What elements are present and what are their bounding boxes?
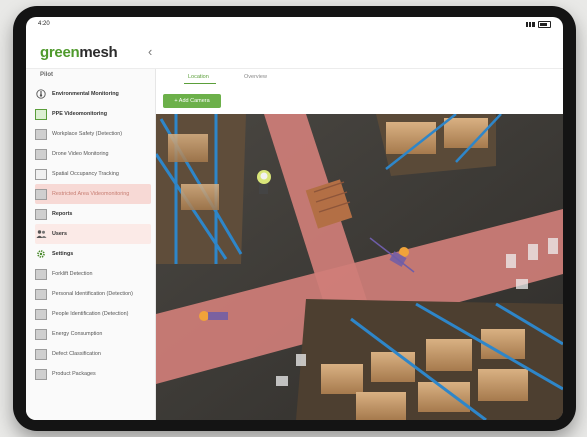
sidebar-item-people-identification[interactable]: People Identification (Detection)	[35, 304, 151, 324]
app-header: greenmesh ‹	[26, 31, 563, 69]
sidebar-item-label: Drone Video Monitoring	[52, 151, 109, 157]
thumbnail-icon	[35, 348, 47, 360]
thumbnail-icon	[35, 148, 47, 160]
warehouse-aerial-image	[156, 114, 563, 420]
camera-box-icon	[35, 108, 47, 120]
sidebar-item-label: Reports	[52, 211, 73, 217]
app-screen: 4:20 greenmesh ‹ Pilot Environmental Mon…	[26, 17, 563, 420]
greenmesh-logo[interactable]: greenmesh	[40, 44, 118, 61]
sidebar-item-label: Users	[52, 231, 67, 237]
tablet-frame: 4:20 greenmesh ‹ Pilot Environmental Mon…	[13, 6, 576, 431]
sidebar-item-drone-video-monitoring[interactable]: Drone Video Monitoring	[35, 144, 151, 164]
sidebar-item-label: Restricted Area Videomonitoring	[52, 191, 130, 197]
sidebar-item-forklift-detection[interactable]: Forklift Detection	[35, 264, 151, 284]
thumbnail-icon	[35, 188, 47, 200]
tab-location[interactable]: Location	[188, 74, 209, 80]
sidebar-heading: Pilot	[40, 72, 53, 78]
sidebar-item-environmental-monitoring[interactable]: Environmental Monitoring	[35, 84, 151, 104]
sidebar-item-label: People Identification (Detection)	[52, 311, 129, 317]
sidebar-item-restricted-area[interactable]: Restricted Area Videomonitoring	[35, 184, 151, 204]
collapse-sidebar-button[interactable]: ‹	[148, 44, 152, 59]
thermometer-icon	[35, 89, 47, 100]
status-bar: 4:20	[26, 17, 563, 31]
sidebar-item-label: Forklift Detection	[52, 271, 93, 277]
battery-icon	[538, 20, 551, 28]
logo-part-mesh: mesh	[79, 44, 118, 61]
sidebar-item-spatial-occupancy[interactable]: Spatial Occupancy Tracking	[35, 164, 151, 184]
users-icon	[35, 229, 47, 240]
gear-icon	[35, 249, 47, 260]
tab-overview[interactable]: Overview	[244, 74, 267, 80]
sidebar-item-settings[interactable]: Settings	[35, 244, 151, 264]
sidebar-item-label: Product Packages	[52, 371, 96, 377]
sidebar-item-energy-consumption[interactable]: Energy Consumption	[35, 324, 151, 344]
active-tab-indicator	[184, 83, 216, 84]
sidebar-item-users[interactable]: Users	[35, 224, 151, 244]
view-tabs: Location Overview	[156, 69, 563, 85]
status-time: 4:20	[38, 21, 50, 27]
status-indicators	[526, 20, 551, 28]
thumbnail-icon	[35, 308, 47, 320]
sidebar-item-ppe-videomonitoring[interactable]: PPE Videomonitoring	[35, 104, 151, 124]
sidebar-item-label: Defect Classification	[52, 351, 101, 357]
sidebar-item-label: Spatial Occupancy Tracking	[52, 171, 119, 177]
thumbnail-icon	[35, 288, 47, 300]
signal-icon	[526, 21, 535, 27]
sidebar-item-product-packages[interactable]: Product Packages	[35, 364, 151, 384]
thumbnail-icon	[35, 368, 47, 380]
sidebar-item-label: Personal Identification (Detection)	[52, 291, 133, 297]
sidebar-item-reports[interactable]: Reports	[35, 204, 151, 224]
sidebar-item-label: Energy Consumption	[52, 331, 103, 337]
sidebar-item-personal-identification[interactable]: Personal Identification (Detection)	[35, 284, 151, 304]
sidebar: Pilot Environmental Monitoring PPE Video…	[26, 69, 156, 420]
sidebar-item-defect-classification[interactable]: Defect Classification	[35, 344, 151, 364]
thumbnail-light-icon	[35, 168, 47, 180]
camera-feed[interactable]	[156, 114, 563, 420]
sidebar-item-label: PPE Videomonitoring	[52, 111, 108, 117]
thumbnail-icon	[35, 328, 47, 340]
sidebar-item-label: Environmental Monitoring	[52, 91, 119, 97]
report-icon	[35, 208, 47, 220]
thumbnail-icon	[35, 128, 47, 140]
sidebar-item-label: Workplace Safety (Detection)	[52, 131, 123, 137]
main-panel: Location Overview + Add Camera	[156, 69, 563, 420]
sidebar-item-workplace-safety[interactable]: Workplace Safety (Detection)	[35, 124, 151, 144]
thumbnail-icon	[35, 268, 47, 280]
sidebar-item-label: Settings	[52, 251, 74, 257]
add-camera-button[interactable]: + Add Camera	[163, 94, 221, 108]
logo-part-green: green	[40, 44, 80, 61]
